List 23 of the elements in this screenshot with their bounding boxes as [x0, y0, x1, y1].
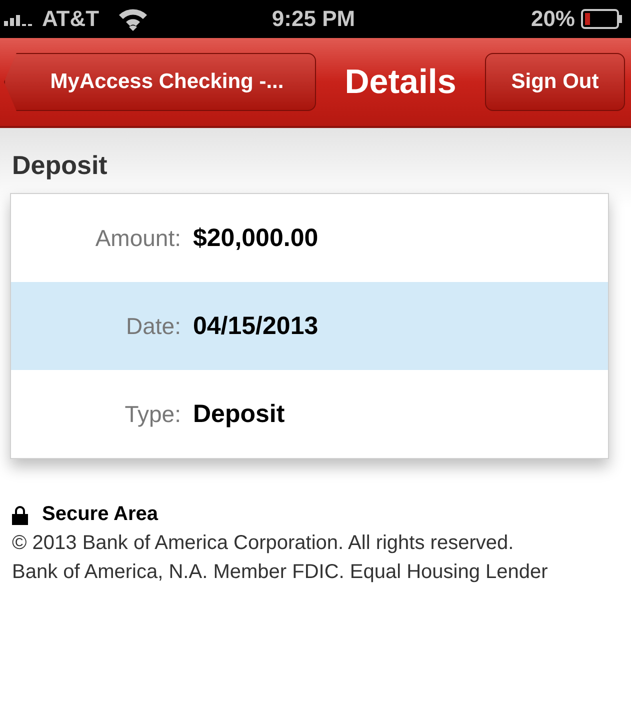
field-value: 04/15/2013 — [193, 312, 318, 340]
detail-row[interactable]: Date: 04/15/2013 — [11, 282, 608, 370]
field-value: $20,000.00 — [193, 224, 318, 252]
secure-area-label: Secure Area — [42, 503, 158, 526]
detail-row[interactable]: Amount: $20,000.00 — [11, 194, 608, 282]
field-label: Type: — [124, 400, 182, 428]
wifi-icon — [117, 7, 150, 31]
field-label: Date: — [125, 312, 182, 340]
battery-percent: 20% — [530, 6, 575, 32]
clock-time: 9:25 PM — [272, 6, 356, 32]
page-title: Details — [344, 62, 458, 102]
back-button[interactable]: MyAccess Checking -... — [4, 53, 316, 111]
battery-icon — [581, 9, 623, 29]
lock-icon — [12, 504, 28, 524]
sign-out-button[interactable]: Sign Out — [485, 53, 625, 111]
field-label: Amount: — [94, 224, 182, 252]
detail-row[interactable]: Type: Deposit — [11, 370, 608, 458]
legal-text: Bank of America, N.A. Member FDIC. Equal Housing Lender — [12, 561, 549, 584]
signal-icon — [4, 12, 34, 26]
legal-text: © 2013 Bank of America Corporation. All rights reserved. — [12, 532, 515, 555]
section-title: Deposit — [12, 150, 108, 181]
field-value: Deposit — [193, 400, 285, 428]
carrier-name: AT&T — [42, 6, 100, 32]
